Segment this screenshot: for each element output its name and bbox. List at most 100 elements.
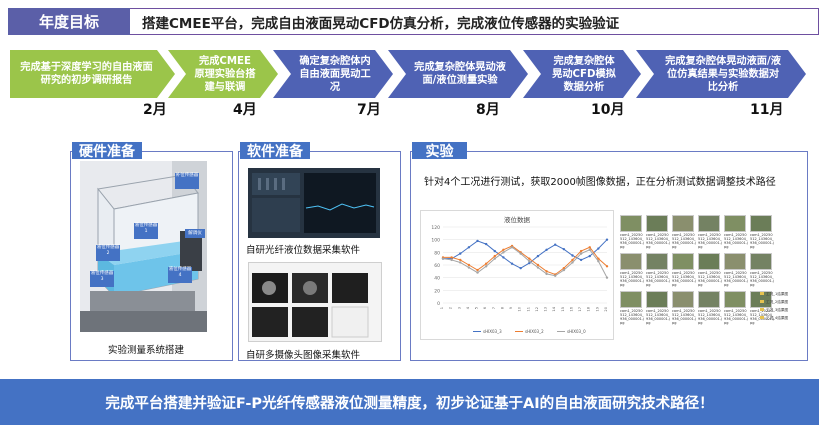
data-point xyxy=(605,276,609,279)
hardware-tab: 硬件准备 xyxy=(72,142,142,160)
data-point xyxy=(545,272,548,276)
thumbnail-caption: cam1_20250512_143604_936_000001.jpg xyxy=(724,271,748,287)
x-tick-label: 18 xyxy=(587,306,591,311)
data-point xyxy=(502,256,505,259)
data-point xyxy=(597,260,600,263)
data-point xyxy=(493,249,496,253)
data-point xyxy=(467,266,471,269)
data-point xyxy=(467,246,471,249)
result-thumbnail[interactable] xyxy=(698,215,720,232)
result-thumbnail[interactable] xyxy=(620,215,642,232)
result-thumbnail[interactable] xyxy=(672,215,694,232)
data-point xyxy=(579,252,583,255)
data-point xyxy=(450,258,453,262)
y-tick-label: 20 xyxy=(434,288,440,294)
data-point xyxy=(510,262,514,265)
thumbnail-caption: cam1_20250512_143604_936_000001.jpg xyxy=(672,271,696,287)
fiber-software-screenshot xyxy=(248,168,380,238)
chart-title: 液位数据 xyxy=(504,215,531,224)
month-label: 8月 xyxy=(476,102,500,118)
y-tick-label: 80 xyxy=(434,250,440,256)
legend-label: sHIX03_0 xyxy=(567,329,586,334)
data-point xyxy=(545,248,548,251)
thumbnail-caption: cam1_20250512_143604_936_000001.jpg xyxy=(672,233,696,249)
data-point xyxy=(579,258,583,262)
data-point xyxy=(562,247,566,251)
software-tab: 软件准备 xyxy=(240,142,310,160)
result-thumbnail[interactable] xyxy=(646,215,668,232)
data-point xyxy=(519,266,522,270)
thumbnail-caption: cam1_20250512_143604_936_000001.jpg xyxy=(646,271,670,287)
camera-software-screenshot xyxy=(248,262,382,342)
result-thumbnail[interactable] xyxy=(646,291,668,308)
data-point xyxy=(476,268,479,272)
y-tick-label: 40 xyxy=(434,276,440,282)
legend-item: 工况_4结果图 xyxy=(760,314,806,322)
x-tick-label: 17 xyxy=(578,307,582,312)
month-label: 10月 xyxy=(591,102,625,118)
result-thumbnail[interactable] xyxy=(698,291,720,308)
data-point xyxy=(476,239,479,243)
data-point xyxy=(441,257,445,260)
x-tick-label: 9 xyxy=(509,306,513,309)
data-point xyxy=(571,254,574,257)
result-thumbnail[interactable] xyxy=(646,253,668,270)
thumbnail-caption: cam1_20250512_143604_936_000001.jpg xyxy=(672,309,696,325)
result-thumbnail[interactable] xyxy=(724,253,746,270)
legend-item: 工况_2结果图 xyxy=(760,298,806,306)
data-point xyxy=(484,265,488,268)
sensor-label: 液位传感器2 xyxy=(96,245,120,261)
x-tick-label: 8 xyxy=(500,306,504,309)
thumbnail-caption: cam1_20250512_143604_936_000001.jpg xyxy=(620,271,644,287)
data-point xyxy=(510,246,514,249)
timeline-step-5: 完成复杂腔体晃动CFD模拟数据分析 xyxy=(523,50,641,98)
month-label: 11月 xyxy=(750,102,784,118)
result-thumbnail[interactable] xyxy=(724,291,746,308)
result-thumbnail[interactable] xyxy=(724,215,746,232)
thumbnail-caption: cam1_20250512_143604_936_000001.jpg xyxy=(698,309,722,325)
result-thumbnail[interactable] xyxy=(750,253,772,270)
result-thumbnail[interactable] xyxy=(672,291,694,308)
data-point xyxy=(605,265,609,268)
x-tick-label: 14 xyxy=(552,306,556,311)
data-point xyxy=(536,263,540,267)
thumbnail-caption: cam1_20250512_143604_936_000001.jpg xyxy=(646,233,670,249)
data-point xyxy=(519,252,522,255)
data-point xyxy=(493,254,496,258)
thumbnail-caption: cam1_20250512_143604_936_000001.jpg xyxy=(750,233,774,249)
data-point xyxy=(459,261,462,264)
thumbnail-caption: cam1_20250512_143604_936_000001.jpg xyxy=(698,271,722,287)
y-tick-label: 100 xyxy=(431,238,440,244)
result-thumbnail[interactable] xyxy=(698,253,720,270)
hardware-caption: 实验测量系统搭建 xyxy=(108,345,185,356)
result-thumbnail[interactable] xyxy=(620,253,642,270)
level-chart-svg: 液位数据 020406080100120 1 2 3 4 5 6 7 8 9 10 11 12 13 14… xyxy=(431,215,609,334)
data-point xyxy=(493,257,496,260)
thumbnail-caption: cam1_20250512_143604_936_000001.jpg xyxy=(646,309,670,325)
x-tick-label: 1 xyxy=(440,307,444,309)
data-point xyxy=(459,252,462,255)
data-point xyxy=(588,248,591,251)
x-tick-label: 19 xyxy=(595,306,599,311)
goal-text: 搭建CMEE平台，完成自由液面晃动CFD仿真分析，完成液位传感器的实验验证 xyxy=(130,8,819,35)
legend-item: 工况_1结果图 xyxy=(760,290,806,298)
data-point xyxy=(450,256,453,259)
result-thumbnail[interactable] xyxy=(750,215,772,232)
y-tick-label: 60 xyxy=(434,263,440,269)
series-line xyxy=(443,245,608,276)
data-point xyxy=(536,254,540,258)
timeline-step-6: 完成复杂腔体晃动液面/液位仿真结果与实验数据对比分析 xyxy=(636,50,806,98)
experiment-tab: 实验 xyxy=(412,142,467,160)
y-tick-label: 0 xyxy=(437,301,440,307)
data-point xyxy=(588,246,591,249)
month-label: 4月 xyxy=(233,102,257,118)
x-tick-label: 4 xyxy=(466,306,470,309)
thumbnail-caption: cam1_20250512_143604_936_000001.jpg xyxy=(698,233,722,249)
result-thumbnail[interactable] xyxy=(672,253,694,270)
result-thumbnail[interactable] xyxy=(620,291,642,308)
data-point xyxy=(571,261,574,264)
data-point xyxy=(476,271,479,274)
thumbnail-caption: cam1_20250512_143604_936_000001.jpg xyxy=(620,233,644,249)
x-tick-label: 3 xyxy=(457,307,461,309)
data-point xyxy=(579,249,583,253)
